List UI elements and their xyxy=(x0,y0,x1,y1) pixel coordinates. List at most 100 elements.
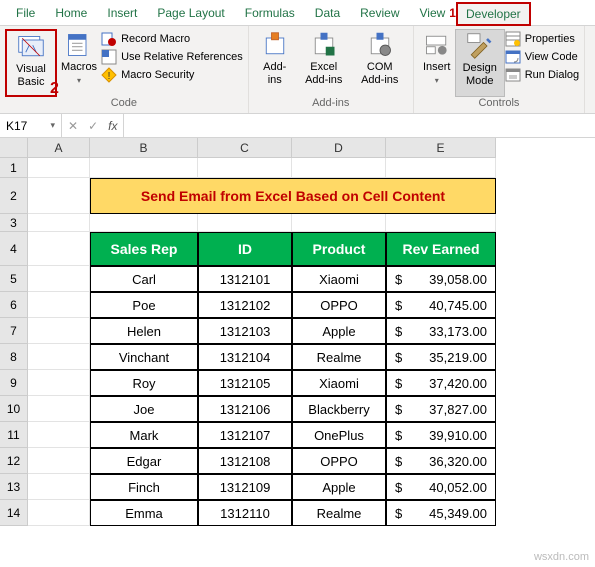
insert-control-button[interactable]: Insert ▾ xyxy=(419,29,455,97)
row-head[interactable]: 8 xyxy=(0,344,28,370)
cell-rev[interactable]: $36,320.00 xyxy=(386,448,496,474)
header-rev-earned[interactable]: Rev Earned xyxy=(386,232,496,266)
cell-rep[interactable]: Finch xyxy=(90,474,198,500)
cell-product[interactable]: OnePlus xyxy=(292,422,386,448)
com-addins-button[interactable]: COM Add-ins xyxy=(354,29,406,97)
table-row: Vinchant1312104Realme$35,219.00 xyxy=(28,344,496,370)
tab-review[interactable]: Review xyxy=(350,1,409,25)
row-head[interactable]: 1 xyxy=(0,158,28,178)
record-macro-button[interactable]: Record Macro xyxy=(101,31,243,47)
select-all-corner[interactable] xyxy=(0,138,28,158)
col-head-e[interactable]: E xyxy=(386,138,496,158)
cancel-icon: ✕ xyxy=(68,119,78,133)
cell-rev[interactable]: $37,827.00 xyxy=(386,396,496,422)
cell-rep[interactable]: Carl xyxy=(90,266,198,292)
cell-id[interactable]: 1312106 xyxy=(198,396,292,422)
com-addins-icon xyxy=(366,31,394,59)
title-cell[interactable]: Send Email from Excel Based on Cell Cont… xyxy=(90,178,496,214)
row-head[interactable]: 12 xyxy=(0,448,28,474)
header-id[interactable]: ID xyxy=(198,232,292,266)
formula-input[interactable] xyxy=(124,114,595,137)
excel-addins-button[interactable]: Excel Add-ins xyxy=(298,29,350,97)
row-head[interactable]: 6 xyxy=(0,292,28,318)
row-head[interactable]: 7 xyxy=(0,318,28,344)
cell-rev[interactable]: $35,219.00 xyxy=(386,344,496,370)
cell-product[interactable]: Apple xyxy=(292,474,386,500)
table-row: Edgar1312108OPPO$36,320.00 xyxy=(28,448,496,474)
row-head[interactable]: 4 xyxy=(0,232,28,266)
tab-formulas[interactable]: Formulas xyxy=(235,1,305,25)
dropdown-icon: ▾ xyxy=(50,120,55,131)
cell-id[interactable]: 1312109 xyxy=(198,474,292,500)
col-head-a[interactable]: A xyxy=(28,138,90,158)
insert-control-label: Insert xyxy=(423,61,451,74)
col-head-d[interactable]: D xyxy=(292,138,386,158)
cell-id[interactable]: 1312108 xyxy=(198,448,292,474)
cell-rev[interactable]: $40,052.00 xyxy=(386,474,496,500)
cell-rep[interactable]: Edgar xyxy=(90,448,198,474)
addins-label: Add-ins xyxy=(260,61,290,87)
cell-id[interactable]: 1312104 xyxy=(198,344,292,370)
macros-label: Macros xyxy=(61,61,97,74)
cell-product[interactable]: Realme xyxy=(292,344,386,370)
cell-rev[interactable]: $45,349.00 xyxy=(386,500,496,526)
tab-insert[interactable]: Insert xyxy=(97,1,147,25)
row-head[interactable]: 9 xyxy=(0,370,28,396)
col-head-c[interactable]: C xyxy=(198,138,292,158)
header-sales-rep[interactable]: Sales Rep xyxy=(90,232,198,266)
cell-id[interactable]: 1312103 xyxy=(198,318,292,344)
cell-rep[interactable]: Vinchant xyxy=(90,344,198,370)
design-mode-button[interactable]: Design Mode xyxy=(455,29,505,97)
cell-product[interactable]: Xiaomi xyxy=(292,370,386,396)
cell-rep[interactable]: Helen xyxy=(90,318,198,344)
header-product[interactable]: Product xyxy=(292,232,386,266)
row-head[interactable]: 11 xyxy=(0,422,28,448)
cell-rev[interactable]: $39,910.00 xyxy=(386,422,496,448)
tab-file[interactable]: File xyxy=(6,1,45,25)
view-code-icon xyxy=(505,49,521,65)
cell-rep[interactable]: Roy xyxy=(90,370,198,396)
cell-rev[interactable]: $33,173.00 xyxy=(386,318,496,344)
row-head[interactable]: 14 xyxy=(0,500,28,526)
cell-id[interactable]: 1312110 xyxy=(198,500,292,526)
col-head-b[interactable]: B xyxy=(90,138,198,158)
row-head[interactable]: 10 xyxy=(0,396,28,422)
tab-page-layout[interactable]: Page Layout xyxy=(147,1,234,25)
cell-product[interactable]: Apple xyxy=(292,318,386,344)
properties-button[interactable]: Properties xyxy=(505,31,579,47)
macro-security-button[interactable]: ! Macro Security xyxy=(101,67,243,83)
cell-id[interactable]: 1312101 xyxy=(198,266,292,292)
row-head[interactable]: 2 xyxy=(0,178,28,214)
use-relative-refs-button[interactable]: Use Relative References xyxy=(101,49,243,65)
cell-product[interactable]: Blackberry xyxy=(292,396,386,422)
tab-home[interactable]: Home xyxy=(45,1,97,25)
cell-id[interactable]: 1312102 xyxy=(198,292,292,318)
run-dialog-button[interactable]: Run Dialog xyxy=(505,67,579,83)
row-head[interactable]: 5 xyxy=(0,266,28,292)
ribbon-tabs: File Home Insert Page Layout Formulas Da… xyxy=(0,0,595,26)
view-code-label: View Code xyxy=(525,51,578,63)
tab-developer[interactable]: Developer xyxy=(456,2,531,26)
cell-rep[interactable]: Emma xyxy=(90,500,198,526)
row-head[interactable]: 13 xyxy=(0,474,28,500)
row-head[interactable]: 3 xyxy=(0,214,28,232)
cell-product[interactable]: OPPO xyxy=(292,292,386,318)
name-box[interactable]: K17 ▾ xyxy=(0,114,62,137)
cell-id[interactable]: 1312105 xyxy=(198,370,292,396)
cell-product[interactable]: Realme xyxy=(292,500,386,526)
cell-rep[interactable]: Joe xyxy=(90,396,198,422)
addins-button[interactable]: Add-ins xyxy=(256,29,294,97)
cell-rev[interactable]: $37,420.00 xyxy=(386,370,496,396)
macros-button[interactable]: Macros ▾ xyxy=(57,29,101,97)
cell-rev[interactable]: $39,058.00 xyxy=(386,266,496,292)
cell-rep[interactable]: Mark xyxy=(90,422,198,448)
svg-text:!: ! xyxy=(108,71,111,82)
cell-id[interactable]: 1312107 xyxy=(198,422,292,448)
tab-data[interactable]: Data xyxy=(305,1,350,25)
cell-rev[interactable]: $40,745.00 xyxy=(386,292,496,318)
cell-product[interactable]: OPPO xyxy=(292,448,386,474)
cell-product[interactable]: Xiaomi xyxy=(292,266,386,292)
fx-icon[interactable]: fx xyxy=(108,119,117,133)
cell-rep[interactable]: Poe xyxy=(90,292,198,318)
view-code-button[interactable]: View Code xyxy=(505,49,579,65)
